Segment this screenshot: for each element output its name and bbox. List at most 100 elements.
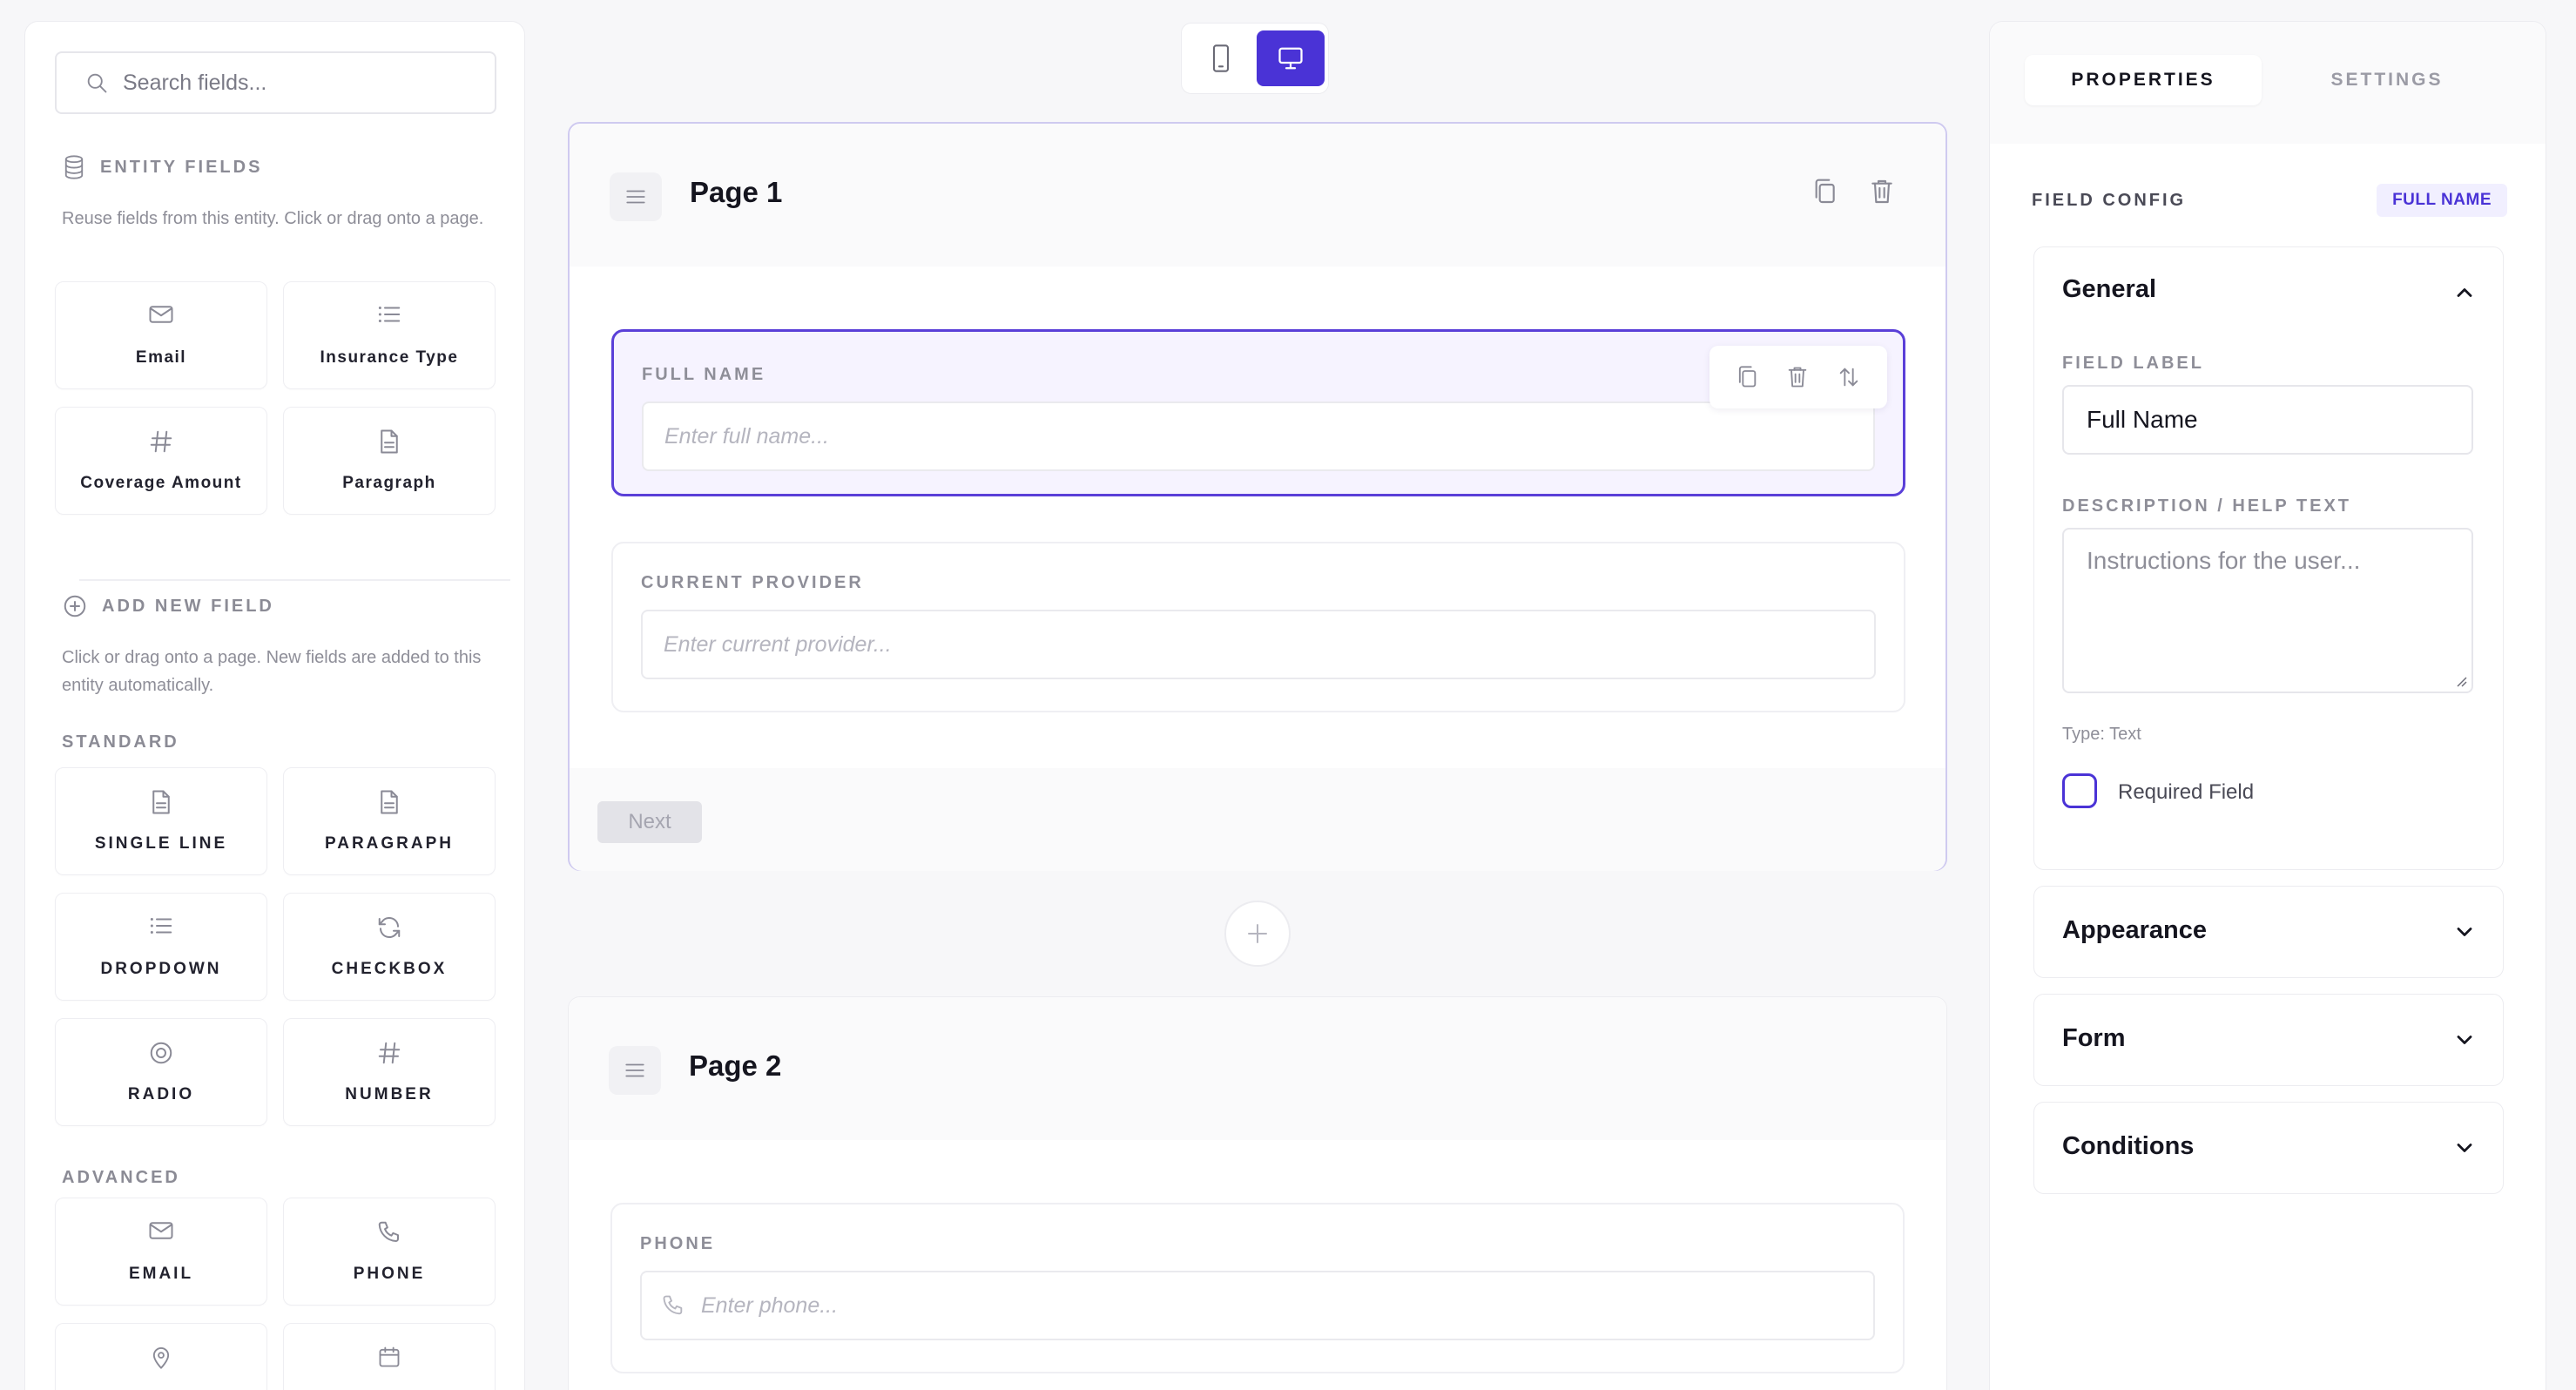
field-type-radio[interactable]: RADIO bbox=[55, 1018, 267, 1126]
tile-label: SINGLE LINE bbox=[94, 834, 228, 853]
description-textarea[interactable]: Instructions for the user... bbox=[2062, 528, 2473, 693]
field-preview-input[interactable]: Enter current provider... bbox=[641, 610, 1876, 679]
field-type-dropdown[interactable]: DROPDOWN bbox=[55, 893, 267, 1001]
add-page-button[interactable] bbox=[1224, 901, 1291, 967]
tile-label: NUMBER bbox=[345, 1085, 434, 1103]
chevron-down-icon bbox=[2457, 1036, 2472, 1044]
document-icon bbox=[381, 790, 398, 814]
page-title: Page 2 bbox=[689, 1049, 782, 1082]
accordion-appearance[interactable]: Appearance bbox=[2033, 886, 2504, 978]
field-label-input[interactable]: Full Name bbox=[2062, 385, 2473, 455]
move-arrows-icon[interactable] bbox=[1837, 365, 1861, 389]
monitor-icon bbox=[1278, 47, 1303, 70]
field-library-panel: Search fields... ENTITY FIELDS Reuse fie… bbox=[24, 21, 525, 1390]
trash-icon[interactable] bbox=[1786, 365, 1809, 389]
properties-panel: PROPERTIES SETTINGS FIELD CONFIG FULL NA… bbox=[1989, 21, 2546, 1390]
radio-icon bbox=[150, 1042, 172, 1064]
entity-fields-heading: ENTITY FIELDS bbox=[62, 154, 262, 180]
calendar-icon bbox=[379, 1346, 400, 1367]
description-caption: DESCRIPTION / HELP TEXT bbox=[2062, 496, 2351, 516]
advanced-caption: ADVANCED bbox=[62, 1168, 180, 1187]
drag-handle[interactable] bbox=[610, 172, 662, 221]
field-type-number[interactable]: NUMBER bbox=[283, 1018, 496, 1126]
field-label-value: Full Name bbox=[2087, 406, 2198, 433]
search-input[interactable]: Search fields... bbox=[55, 51, 496, 114]
copy-icon[interactable] bbox=[1811, 178, 1838, 206]
mobile-icon bbox=[1212, 44, 1230, 72]
plus-circle-icon bbox=[64, 595, 86, 617]
tile-label: Insurance Type bbox=[320, 348, 459, 367]
document-icon bbox=[152, 790, 170, 814]
refresh-icon bbox=[378, 916, 401, 939]
chevron-up-icon[interactable] bbox=[2452, 280, 2477, 305]
field-full-name[interactable]: FULL NAME Enter full name... bbox=[611, 329, 1905, 496]
tile-label: Email bbox=[135, 348, 187, 367]
tile-label: EMAIL bbox=[128, 1265, 194, 1283]
phone-icon bbox=[663, 1295, 683, 1315]
phone-icon bbox=[378, 1221, 399, 1242]
tile-label: CHECKBOX bbox=[331, 960, 448, 978]
field-type-date[interactable] bbox=[283, 1323, 496, 1390]
tile-label: Paragraph bbox=[342, 474, 436, 492]
page-footer bbox=[570, 768, 1945, 871]
field-label: PHONE bbox=[640, 1234, 716, 1253]
field-preview-input[interactable]: Enter phone... bbox=[640, 1271, 1875, 1340]
selected-field-badge: FULL NAME bbox=[2377, 184, 2507, 217]
field-toolbar bbox=[1709, 346, 1887, 408]
form-page-1: Page 1 FULL NAME Enter full name... CURR… bbox=[568, 122, 1947, 871]
tab-settings[interactable]: SETTINGS bbox=[2269, 55, 2505, 105]
chevron-down-icon bbox=[2457, 928, 2472, 936]
search-placeholder: Search fields... bbox=[123, 70, 267, 95]
accordion-title[interactable]: General bbox=[2062, 275, 2156, 304]
desktop-view-button[interactable] bbox=[1257, 30, 1325, 86]
device-toggle bbox=[1181, 23, 1329, 94]
field-placeholder: Enter phone... bbox=[701, 1292, 839, 1318]
field-config-label: FIELD CONFIG bbox=[2032, 191, 2187, 210]
trash-icon[interactable] bbox=[1869, 178, 1895, 206]
mail-icon bbox=[149, 306, 173, 323]
next-button[interactable]: Next bbox=[597, 801, 702, 843]
entity-field-paragraph[interactable]: Paragraph bbox=[283, 407, 496, 515]
field-type-phone[interactable]: PHONE bbox=[283, 1198, 496, 1306]
description-placeholder: Instructions for the user... bbox=[2087, 547, 2361, 574]
field-phone[interactable]: PHONE Enter phone... bbox=[610, 1203, 1905, 1373]
field-type-single-line[interactable]: SINGLE LINE bbox=[55, 767, 267, 875]
accordion-conditions[interactable]: Conditions bbox=[2033, 1102, 2504, 1194]
mail-icon bbox=[149, 1222, 173, 1239]
section-divider bbox=[79, 579, 510, 581]
field-current-provider[interactable]: CURRENT PROVIDER Enter current provider.… bbox=[611, 542, 1905, 712]
tile-label: PARAGRAPH bbox=[324, 834, 455, 853]
field-type-address[interactable] bbox=[55, 1323, 267, 1390]
entity-fields-description: Reuse fields from this entity. Click or … bbox=[62, 209, 484, 228]
tab-properties[interactable]: PROPERTIES bbox=[2025, 55, 2262, 105]
standard-caption: STANDARD bbox=[62, 732, 179, 752]
tile-label: Coverage Amount bbox=[80, 474, 242, 492]
add-new-field-description: Click or drag onto a page. New fields ar… bbox=[62, 648, 482, 695]
mobile-view-button[interactable] bbox=[1187, 30, 1255, 86]
field-placeholder: Enter current provider... bbox=[664, 631, 892, 657]
field-type-checkbox[interactable]: CHECKBOX bbox=[283, 893, 496, 1001]
menu-icon bbox=[625, 1063, 644, 1077]
form-page-2: Page 2 PHONE Enter phone... bbox=[568, 996, 1947, 1390]
field-preview-input[interactable]: Enter full name... bbox=[642, 401, 1875, 471]
entity-field-email[interactable]: Email bbox=[55, 281, 267, 389]
entity-field-insurance-type[interactable]: Insurance Type bbox=[283, 281, 496, 389]
copy-icon[interactable] bbox=[1736, 365, 1758, 389]
accordion-general: General FIELD LABEL Full Name DESCRIPTIO… bbox=[2033, 246, 2504, 870]
location-icon bbox=[152, 1347, 170, 1369]
tile-label: RADIO bbox=[127, 1085, 195, 1103]
field-type-email[interactable]: EMAIL bbox=[55, 1198, 267, 1306]
required-checkbox[interactable] bbox=[2062, 773, 2097, 808]
plus-icon bbox=[1248, 924, 1267, 943]
field-label: CURRENT PROVIDER bbox=[641, 573, 864, 592]
required-label: Required Field bbox=[2118, 780, 2255, 804]
add-new-field-heading: ADD NEW FIELD bbox=[62, 593, 274, 619]
accordion-form[interactable]: Form bbox=[2033, 994, 2504, 1086]
field-label: FULL NAME bbox=[642, 365, 766, 384]
field-type-paragraph[interactable]: PARAGRAPH bbox=[283, 767, 496, 875]
drag-handle[interactable] bbox=[609, 1046, 661, 1095]
resize-handle-icon[interactable] bbox=[2454, 674, 2468, 688]
chevron-down-icon bbox=[2457, 1144, 2472, 1152]
page-title: Page 1 bbox=[690, 176, 783, 208]
entity-field-coverage-amount[interactable]: Coverage Amount bbox=[55, 407, 267, 515]
